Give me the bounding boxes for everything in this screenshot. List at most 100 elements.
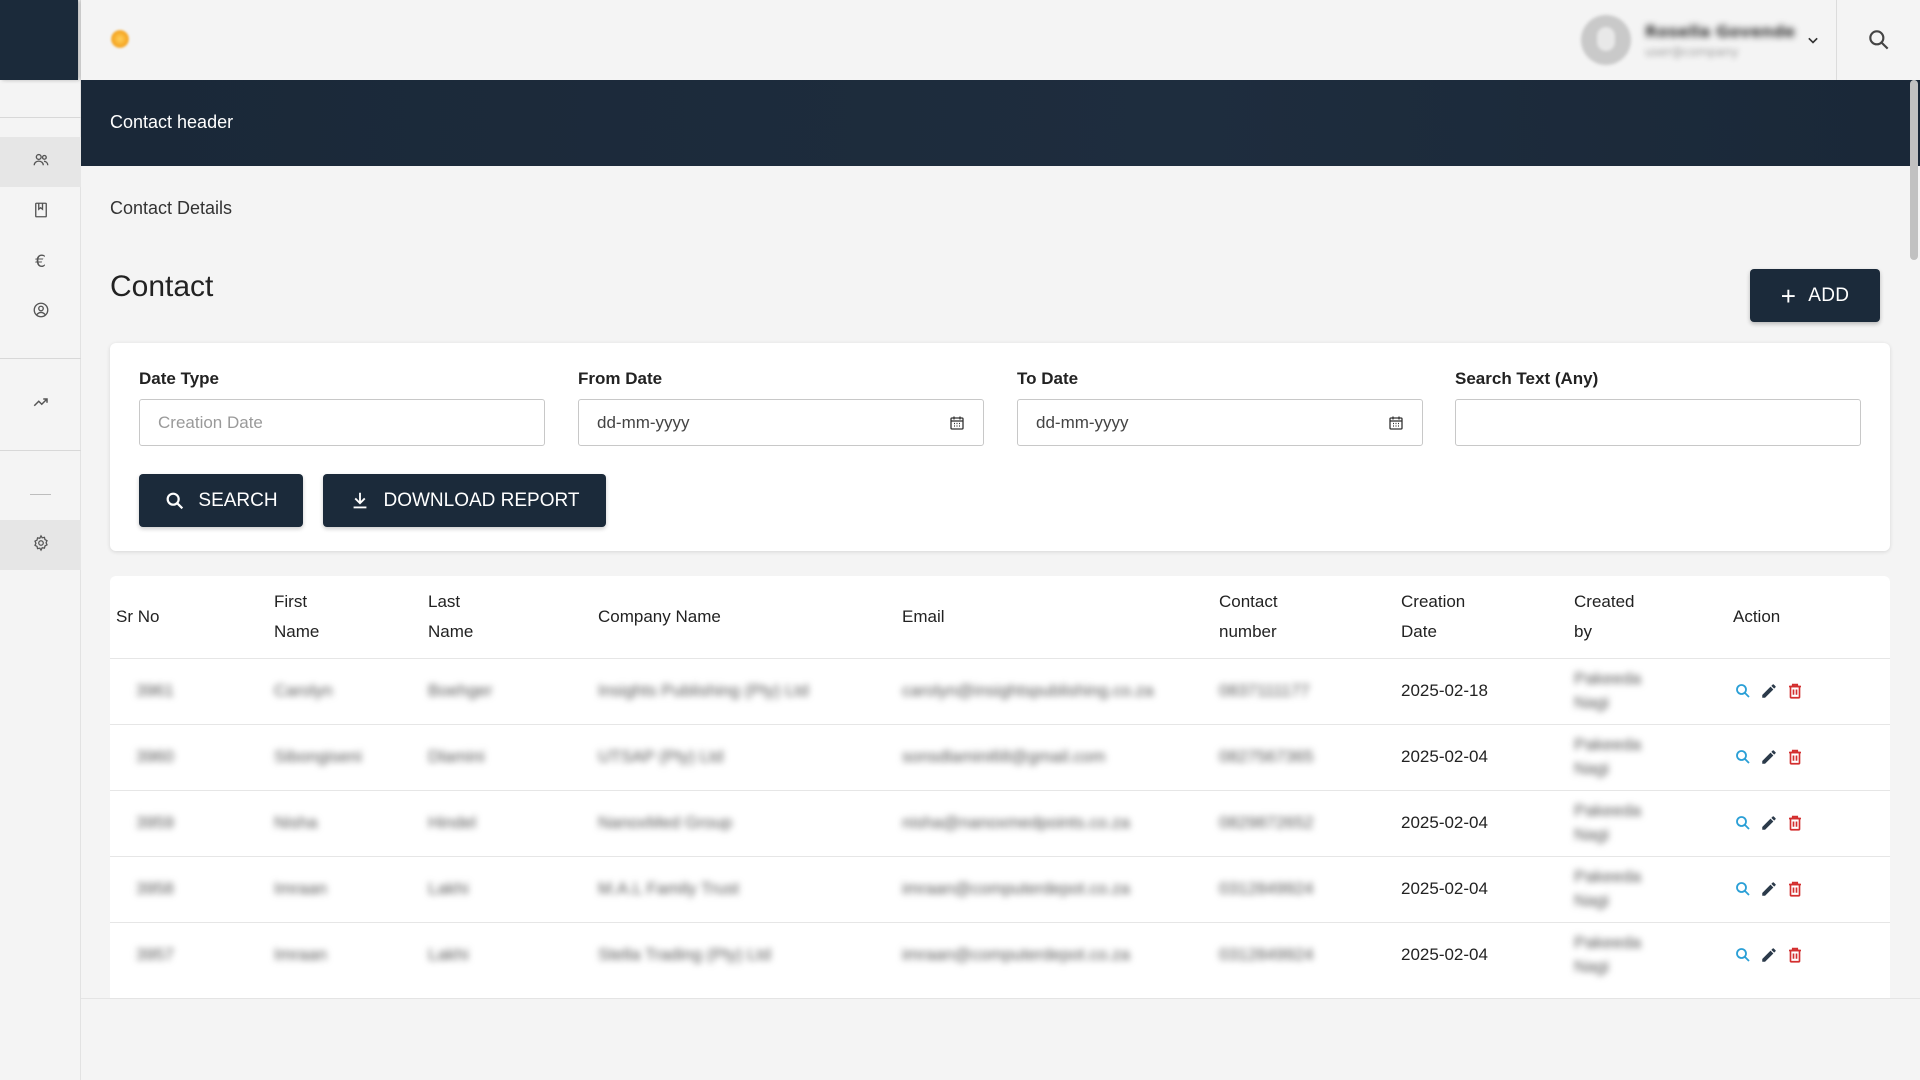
date-type-select[interactable]: Creation Date bbox=[139, 399, 545, 446]
sidebar-divider bbox=[0, 117, 81, 118]
search-icon[interactable] bbox=[1733, 879, 1753, 899]
cell-creation-date: 2025-02-04 bbox=[1401, 879, 1488, 898]
cell-first-name: Nisha bbox=[274, 813, 318, 832]
search-icon[interactable] bbox=[1733, 747, 1753, 767]
column-header-created-by[interactable]: Created by bbox=[1574, 576, 1733, 658]
search-icon[interactable] bbox=[1733, 681, 1753, 701]
from-date-label: From Date bbox=[578, 369, 663, 388]
from-date-value: dd-mm-yyyy bbox=[597, 412, 690, 432]
sidebar-item-account[interactable] bbox=[0, 287, 81, 337]
calendar-icon[interactable] bbox=[1388, 415, 1404, 431]
chevron-down-icon[interactable] bbox=[1803, 30, 1823, 50]
date-type-field: Date Type Creation Date bbox=[139, 369, 545, 446]
column-header-first-name[interactable]: First Name bbox=[274, 576, 428, 658]
sidebar: € bbox=[0, 0, 81, 1080]
search-icon[interactable] bbox=[1733, 945, 1753, 965]
row-actions bbox=[1733, 813, 1890, 833]
to-date-label: To Date bbox=[1017, 369, 1079, 388]
column-header-sr-no[interactable]: Sr No bbox=[110, 576, 274, 658]
contacts-table: Sr No First Name Last Name Company Name Em… bbox=[110, 576, 1890, 988]
cell-created-by: Pakeeda Nagi bbox=[1574, 933, 1642, 977]
row-actions bbox=[1733, 681, 1890, 701]
cell-sr-no: 3959 bbox=[136, 813, 174, 832]
cell-first-name: Imraan bbox=[274, 945, 327, 965]
cell-creation-date: 2025-02-04 bbox=[1401, 747, 1488, 766]
page-banner: Contact header bbox=[81, 80, 1920, 166]
delete-icon[interactable] bbox=[1785, 879, 1805, 899]
cell-last-name: Boehger bbox=[428, 681, 493, 700]
cell-last-name: Lakhi bbox=[428, 945, 469, 965]
cell-email: imraan@computerdepot.co.za bbox=[902, 945, 1130, 965]
edit-icon[interactable] bbox=[1759, 879, 1779, 899]
row-actions bbox=[1733, 879, 1890, 899]
people-icon bbox=[32, 151, 50, 173]
search-icon[interactable] bbox=[1861, 22, 1897, 58]
cell-email: sonsdlamini68@gmail.com bbox=[902, 747, 1106, 766]
search-icon[interactable] bbox=[1733, 813, 1753, 833]
from-date-input[interactable]: dd-mm-yyyy bbox=[578, 399, 984, 446]
download-report-button[interactable]: DOWNLOAD REPORT bbox=[323, 474, 606, 527]
delete-icon[interactable] bbox=[1785, 747, 1805, 767]
row-actions bbox=[1733, 747, 1890, 767]
cell-first-name: Sibongiseni bbox=[274, 747, 362, 766]
cell-contact-number: 0827567365 bbox=[1219, 747, 1314, 766]
cell-email: imraan@computerdepot.co.za bbox=[902, 879, 1130, 898]
account-circle-icon bbox=[32, 301, 50, 323]
cell-first-name: Imraan bbox=[274, 879, 327, 898]
edit-icon[interactable] bbox=[1759, 747, 1779, 767]
download-button-label: DOWNLOAD REPORT bbox=[383, 489, 580, 511]
cell-contact-number: 0312849924 bbox=[1219, 945, 1314, 965]
logo-block bbox=[0, 0, 78, 80]
sidebar-item-reports[interactable] bbox=[0, 379, 81, 429]
search-text-input[interactable] bbox=[1455, 399, 1861, 446]
edit-icon[interactable] bbox=[1759, 813, 1779, 833]
table-row: 3960 Sibongiseni Dlamini UTSAP (Pty) Ltd… bbox=[110, 723, 1890, 790]
search-button[interactable]: SEARCH bbox=[139, 474, 303, 527]
edit-icon[interactable] bbox=[1759, 945, 1779, 965]
sidebar-item-book[interactable] bbox=[0, 187, 81, 237]
avatar bbox=[1581, 15, 1631, 65]
cell-company-name: NanoxMed Group bbox=[598, 813, 733, 832]
star-icon bbox=[111, 30, 129, 48]
column-header-contact-number[interactable]: Contact number bbox=[1219, 576, 1401, 658]
delete-icon[interactable] bbox=[1785, 813, 1805, 833]
cell-created-by: Pakeeda Nagi bbox=[1574, 735, 1642, 778]
sidebar-item-settings[interactable] bbox=[0, 520, 81, 570]
column-header-company-name[interactable]: Company Name bbox=[598, 576, 902, 658]
add-button[interactable]: + ADD bbox=[1750, 269, 1880, 322]
edit-icon[interactable] bbox=[1759, 681, 1779, 701]
cell-creation-date: 2025-02-18 bbox=[1401, 681, 1488, 700]
cell-sr-no: 3957 bbox=[136, 945, 174, 965]
cell-company-name: M.A.L Family Trust bbox=[598, 879, 740, 898]
from-date-field: From Date dd-mm-yyyy bbox=[578, 369, 984, 446]
add-button-label: ADD bbox=[1808, 284, 1850, 306]
sidebar-dash bbox=[30, 494, 51, 495]
column-header-email[interactable]: Email bbox=[902, 576, 1219, 658]
cell-contact-number: 0837111177 bbox=[1219, 681, 1310, 700]
cell-contact-number: 0312849924 bbox=[1219, 879, 1314, 898]
column-header-last-name[interactable]: Last Name bbox=[428, 576, 598, 658]
calendar-icon[interactable] bbox=[949, 415, 965, 431]
to-date-input[interactable]: dd-mm-yyyy bbox=[1017, 399, 1423, 446]
column-header-creation-date[interactable]: Creation Date bbox=[1401, 576, 1574, 658]
user-name: Rosella Govender bbox=[1645, 21, 1795, 41]
download-icon bbox=[349, 490, 383, 512]
sidebar-item-contacts[interactable] bbox=[0, 137, 81, 187]
delete-icon[interactable] bbox=[1785, 681, 1805, 701]
cell-company-name: UTSAP (Pty) Ltd bbox=[598, 747, 724, 766]
table-header-row: Sr No First Name Last Name Company Name Em… bbox=[110, 576, 1890, 658]
sidebar-divider bbox=[0, 450, 81, 451]
user-menu[interactable]: Rosella Govender user@company bbox=[1581, 14, 1823, 66]
cell-email: nisha@nanoxmedpoints.co.za bbox=[902, 813, 1131, 832]
plus-icon: + bbox=[1780, 280, 1797, 311]
search-icon bbox=[164, 490, 198, 512]
page-scrollbar[interactable] bbox=[1910, 80, 1918, 260]
cell-creation-date: 2025-02-04 bbox=[1401, 813, 1488, 832]
top-divider bbox=[1836, 0, 1837, 80]
delete-icon[interactable] bbox=[1785, 945, 1805, 965]
to-date-field: To Date dd-mm-yyyy bbox=[1017, 369, 1423, 446]
table-row: 3958 Imraan Lakhi M.A.L Family Trust imr… bbox=[110, 855, 1890, 922]
cell-sr-no: 3961 bbox=[136, 681, 174, 700]
user-email: user@company bbox=[1645, 44, 1739, 59]
sidebar-item-finance[interactable]: € bbox=[0, 237, 81, 287]
